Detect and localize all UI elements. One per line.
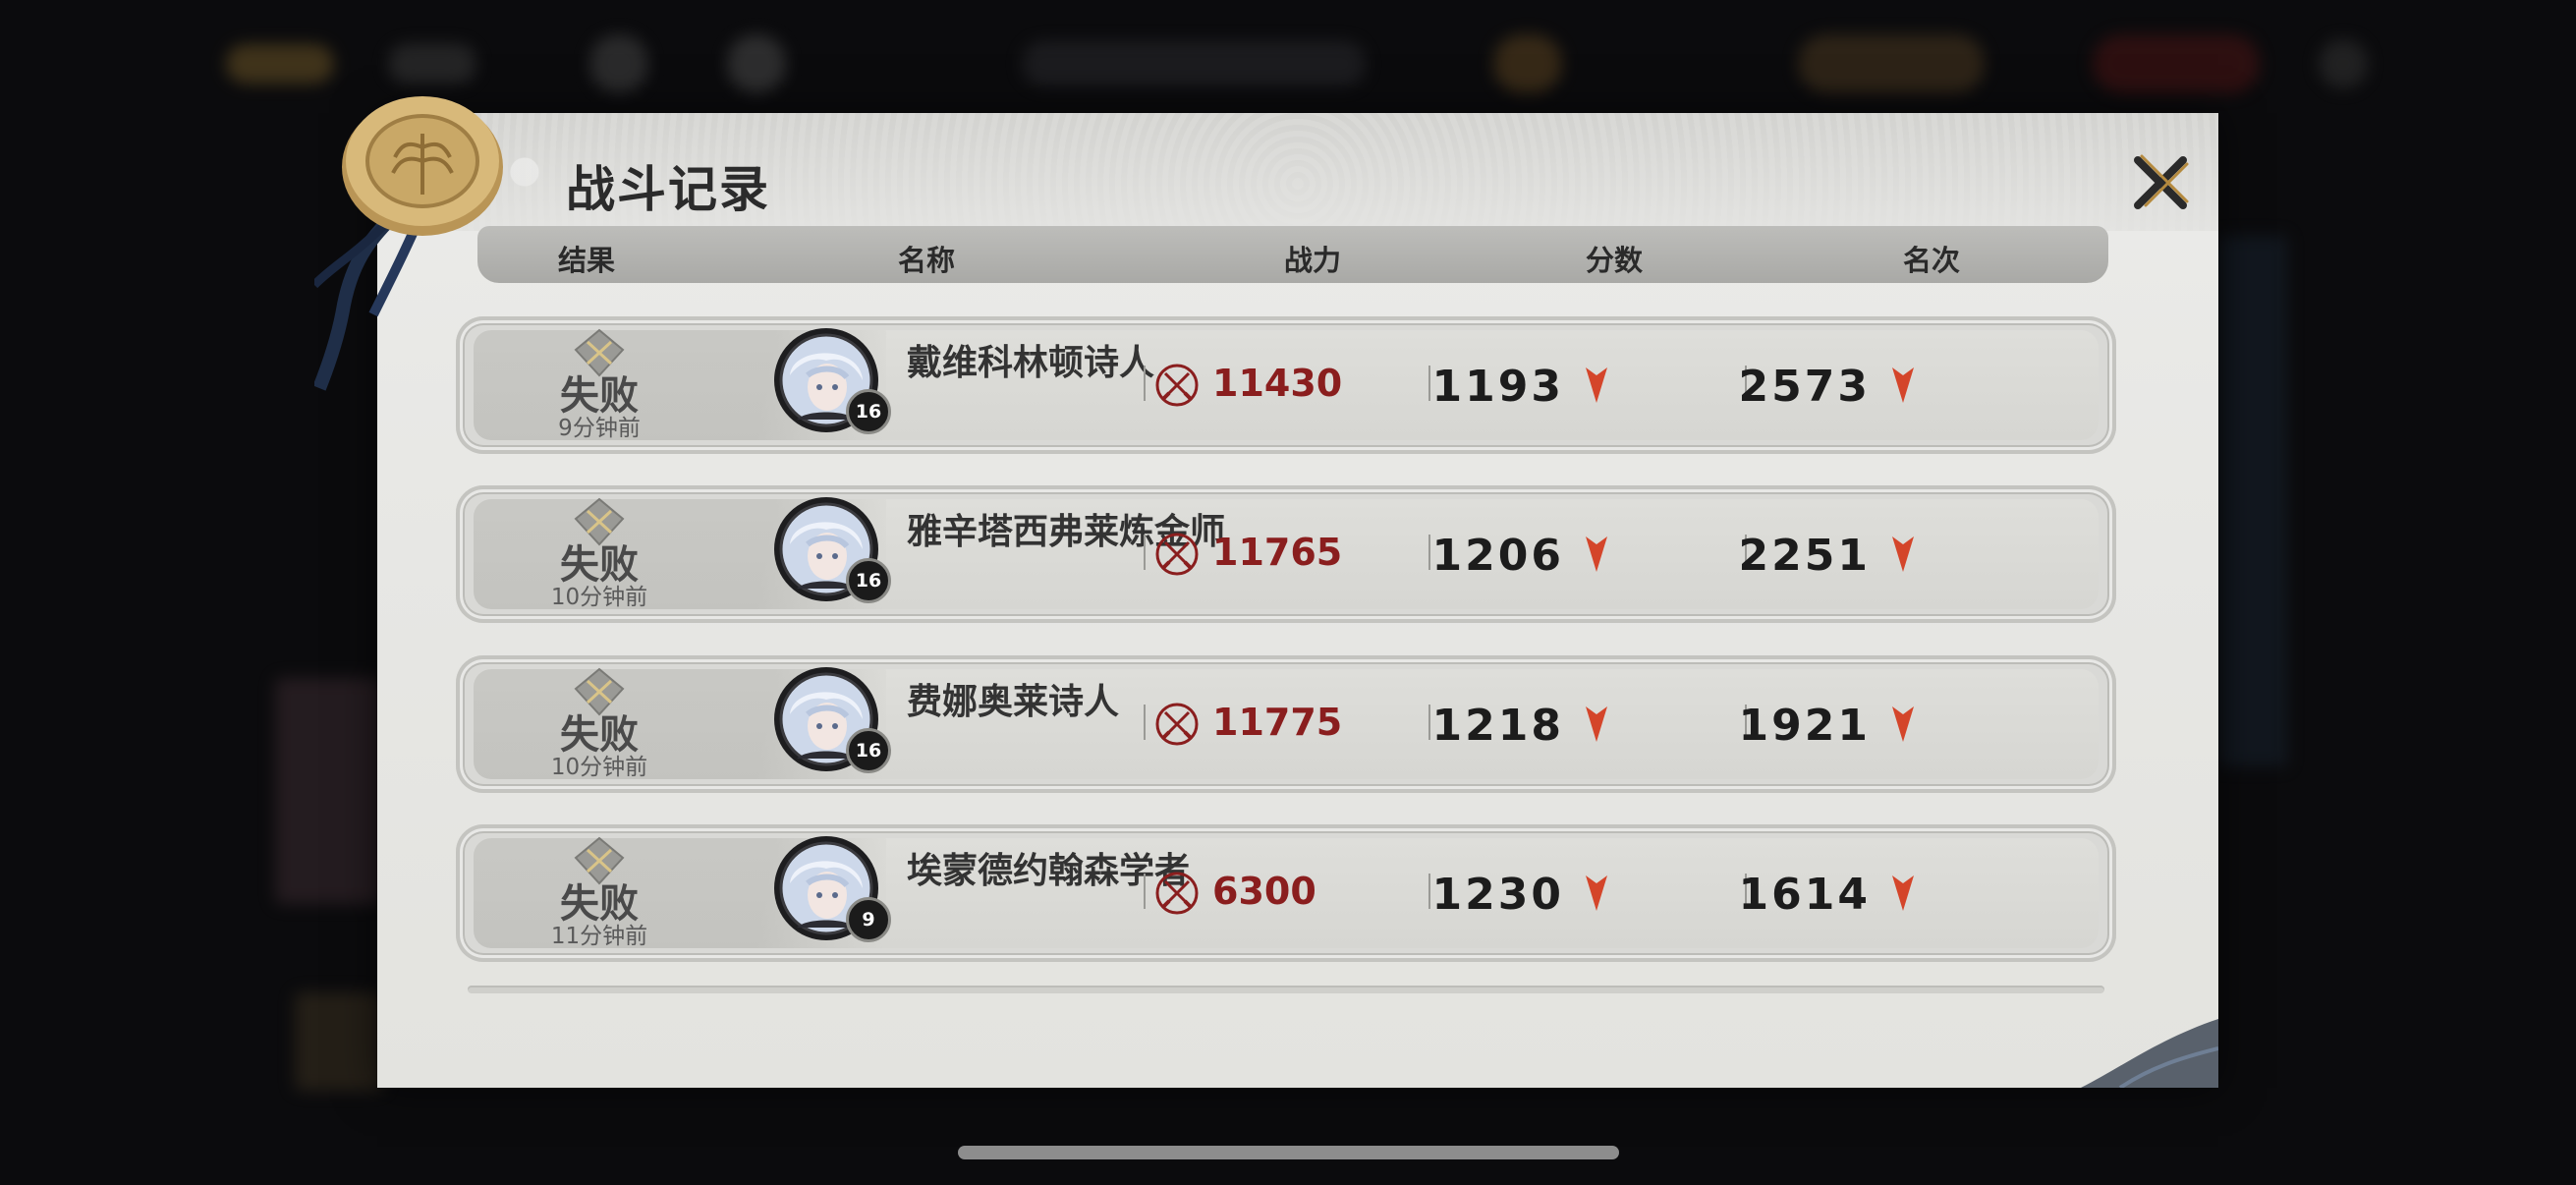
background-card [295, 992, 383, 1091]
crossed-swords-circle-icon [1155, 703, 1199, 746]
level-badge: 16 [846, 728, 891, 773]
result-time: 10分钟前 [550, 755, 648, 780]
down-arrow-icon [1586, 706, 1607, 742]
battle-record-dialog: 战斗记录 结果 名称 战力 分数 名次 失败 9分钟前 16 戴维科林顿诗人 1… [377, 113, 2218, 1088]
crossed-swords-circle-icon [1155, 533, 1199, 576]
table-header: 结果 名称 战力 分数 名次 [477, 226, 2108, 283]
crossed-swords-circle-icon [1155, 872, 1199, 915]
column-divider [1144, 366, 1146, 401]
power-value: 11430 [1212, 362, 1343, 405]
score-value: 1230 [1431, 870, 1564, 920]
wax-seal-icon [342, 96, 503, 236]
level-badge: 16 [846, 558, 891, 603]
column-divider [1144, 705, 1146, 740]
column-power: 战力 [1283, 244, 1342, 277]
down-arrow-icon [1586, 367, 1607, 403]
down-arrow-icon [1586, 875, 1607, 911]
column-divider [1428, 535, 1430, 570]
result-time: 9分钟前 [558, 416, 641, 441]
result-time: 11分钟前 [550, 924, 648, 949]
background-panel [2218, 236, 2287, 766]
close-icon[interactable] [2116, 139, 2205, 227]
player-name: 费娜奥莱诗人 [907, 681, 1120, 722]
column-divider [1428, 366, 1430, 401]
game-screen: 战斗记录 结果 名称 战力 分数 名次 失败 9分钟前 16 戴维科林顿诗人 1… [0, 0, 2576, 1185]
rank-value: 2573 [1738, 362, 1871, 412]
dialog-title: 战斗记录 [566, 160, 770, 218]
crossed-swords-circle-icon [1155, 364, 1199, 407]
result-time: 10分钟前 [550, 585, 648, 610]
score-value: 1193 [1431, 362, 1564, 412]
player-name: 戴维科林顿诗人 [907, 342, 1155, 383]
corner-ink-decoration [2081, 1019, 2218, 1088]
level-badge: 16 [846, 389, 891, 434]
down-arrow-icon [1892, 536, 1914, 572]
column-result: 结果 [557, 244, 616, 277]
battle-record-row[interactable]: 失败 10分钟前 16 雅辛塔西弗莱炼金师 11765 1206 2251 [456, 485, 2116, 623]
battle-record-row[interactable]: 失败 10分钟前 16 费娜奥莱诗人 11775 1218 1921 [456, 655, 2116, 793]
down-arrow-icon [1586, 536, 1607, 572]
player-name: 埃蒙德约翰森学者 [907, 850, 1191, 891]
down-arrow-icon [1892, 706, 1914, 742]
level-badge: 9 [846, 897, 891, 942]
column-rank: 名次 [1902, 244, 1961, 277]
power-value: 6300 [1212, 870, 1316, 913]
column-score: 分数 [1585, 244, 1644, 277]
rank-value: 2251 [1738, 531, 1871, 581]
background-card [275, 678, 383, 904]
down-arrow-icon [1892, 875, 1914, 911]
list-bottom-divider [468, 986, 2104, 993]
column-divider [1144, 874, 1146, 909]
battle-record-row[interactable]: 失败 11分钟前 9 埃蒙德约翰森学者 6300 1230 1614 [456, 824, 2116, 962]
power-value: 11775 [1212, 701, 1343, 744]
rank-value: 1614 [1738, 870, 1871, 920]
score-value: 1218 [1431, 701, 1564, 751]
column-name: 名称 [897, 244, 956, 277]
rank-value: 1921 [1738, 701, 1871, 751]
score-value: 1206 [1431, 531, 1564, 581]
column-divider [1428, 705, 1430, 740]
battle-record-row[interactable]: 失败 9分钟前 16 戴维科林顿诗人 11430 1193 2573 [456, 316, 2116, 454]
home-indicator[interactable] [958, 1146, 1619, 1159]
power-value: 11765 [1212, 531, 1343, 574]
column-divider [1144, 535, 1146, 570]
column-divider [1428, 874, 1430, 909]
down-arrow-icon [1892, 367, 1914, 403]
